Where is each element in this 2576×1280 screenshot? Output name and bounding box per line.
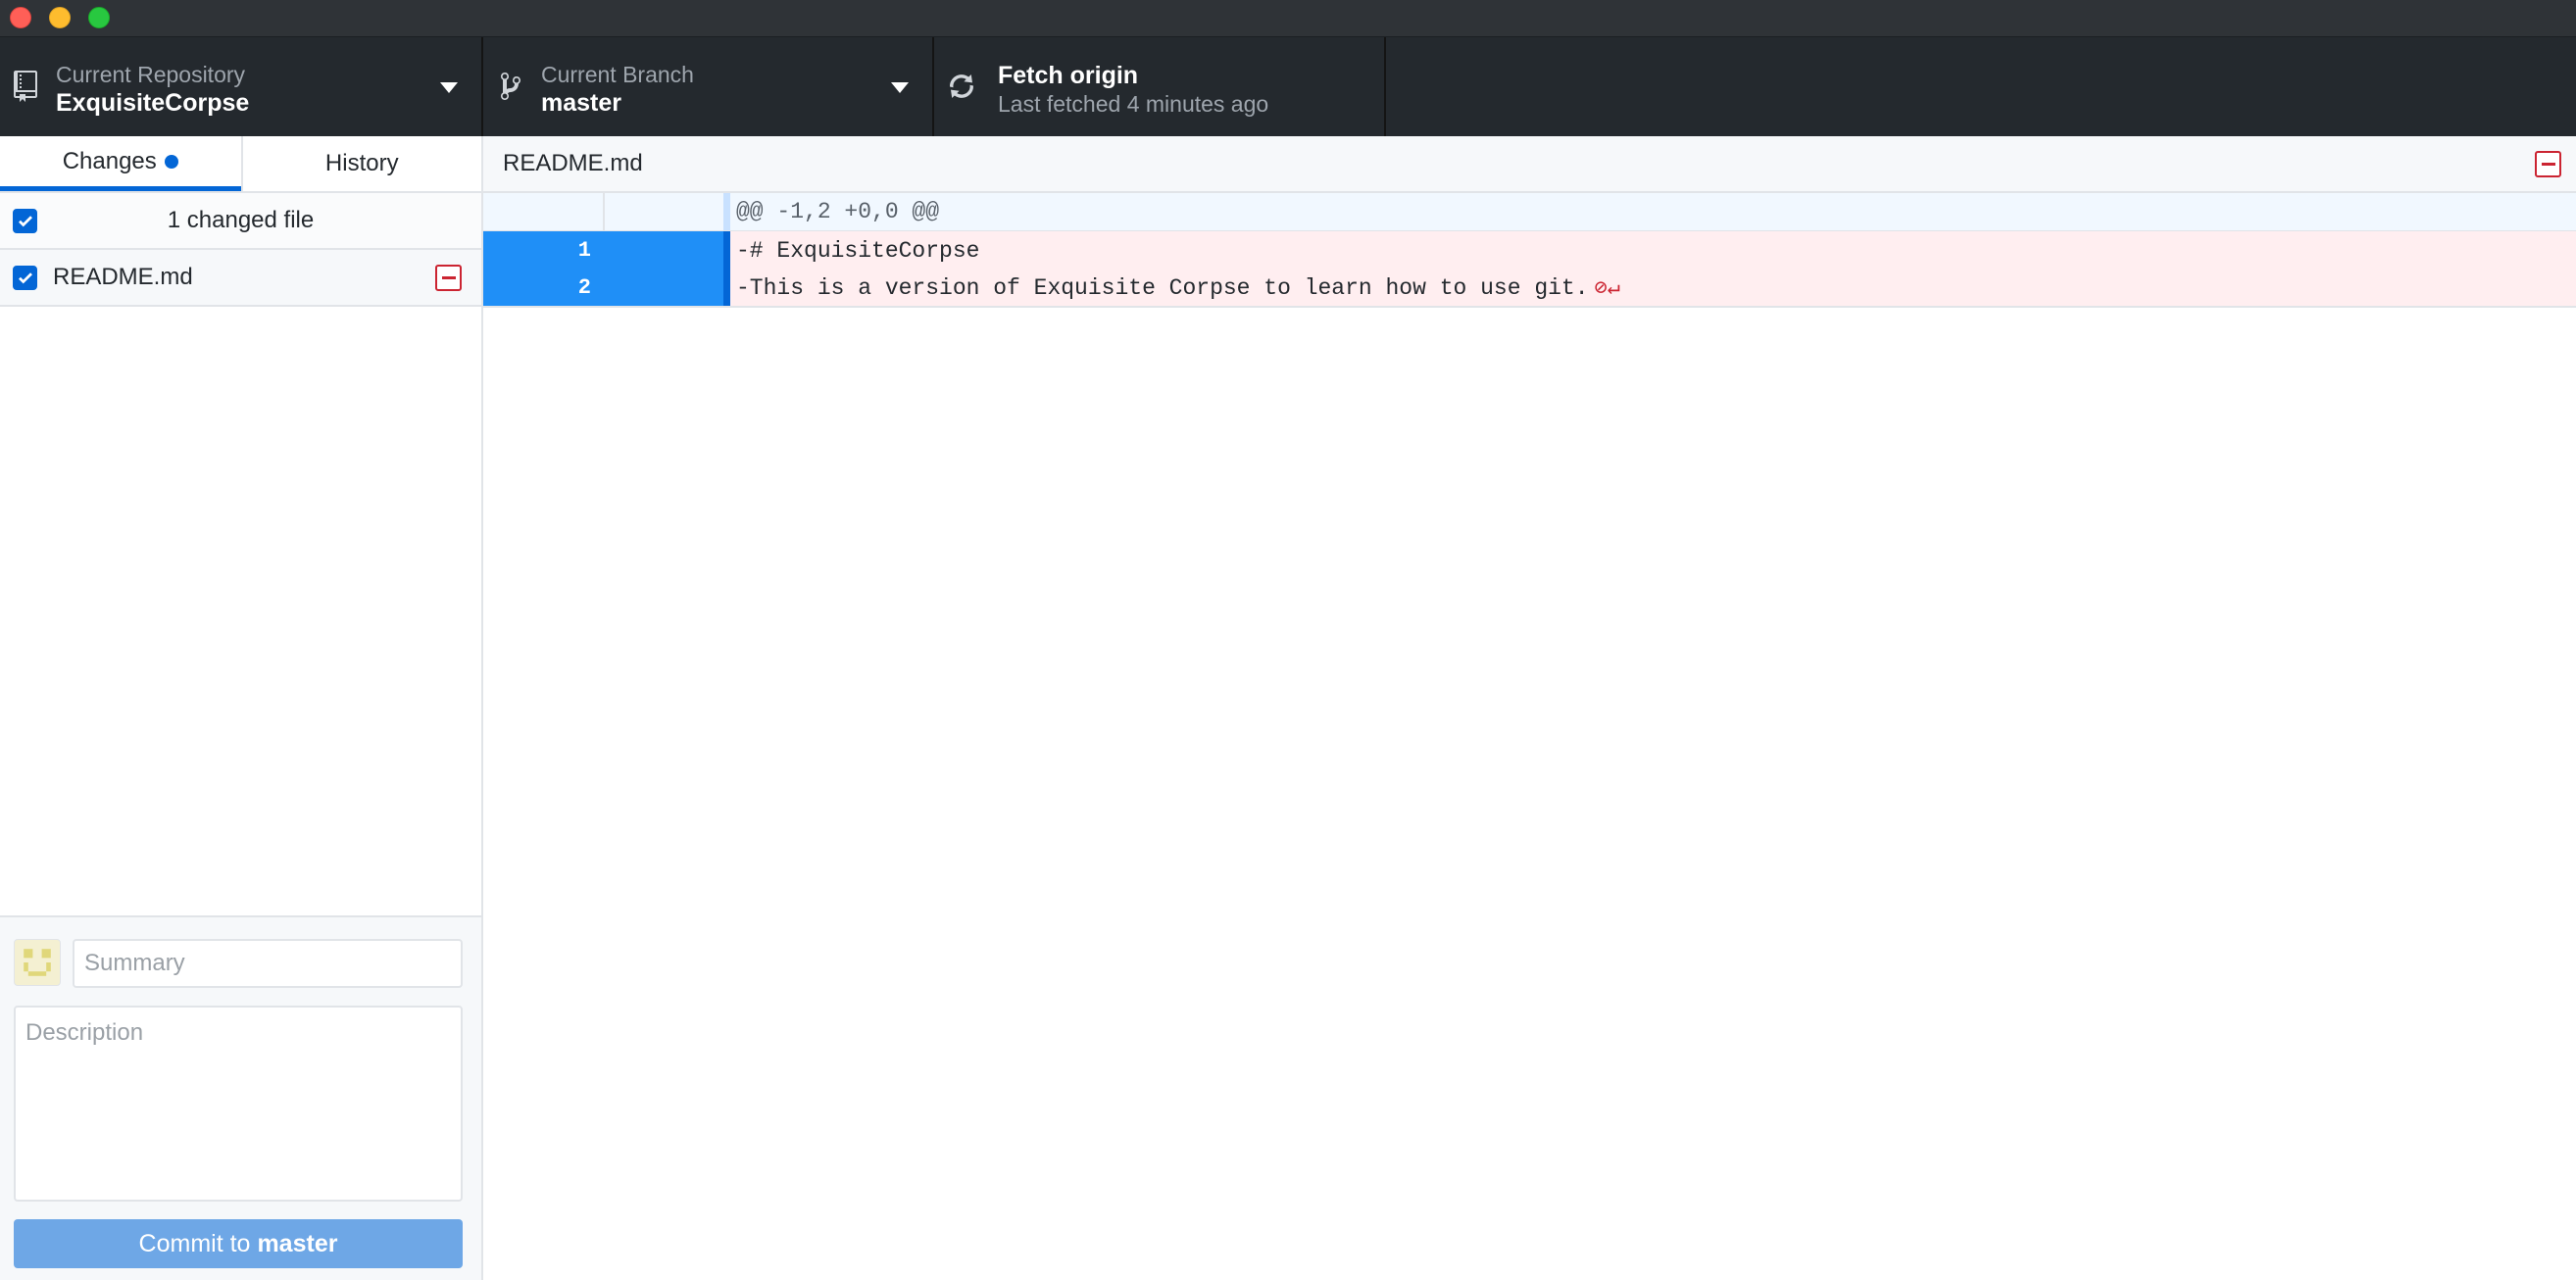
select-all-checkbox[interactable]	[13, 208, 37, 233]
file-deleted-icon	[2535, 151, 2561, 177]
file-deleted-icon	[435, 265, 462, 291]
repository-label: Current Repository	[56, 62, 246, 87]
branch-name: master	[541, 89, 621, 117]
tab-changes-label: Changes	[62, 147, 157, 174]
diff-view: README.md @@ -1,2 +0,0 @@ 1 -# Exquisite…	[483, 136, 2576, 1280]
commit-button-branch: master	[257, 1229, 338, 1257]
git-branch-icon	[501, 72, 520, 100]
last-fetched-text: Last fetched 4 minutes ago	[998, 91, 1269, 117]
old-line-number[interactable]: 1	[483, 231, 603, 270]
commit-button-prefix: Commit to	[138, 1229, 251, 1257]
window-minimize-button[interactable]	[49, 7, 71, 28]
current-repository-button[interactable]: Current Repository ExquisiteCorpse	[0, 37, 483, 136]
line-selected-marker	[723, 270, 730, 306]
diff-hunk-header[interactable]: @@ -1,2 +0,0 @@	[483, 193, 2576, 231]
tab-history-label: History	[324, 150, 399, 176]
new-line-gutter	[603, 193, 723, 230]
sync-icon	[950, 74, 973, 98]
old-line-gutter	[483, 193, 603, 230]
checkmark-icon	[18, 272, 32, 284]
current-branch-button[interactable]: Current Branch master	[483, 37, 934, 136]
no-newline-icon: ⊘↵	[1594, 275, 1621, 301]
identicon-icon	[24, 949, 51, 976]
diff-line-text: -This is a version of Exquisite Corpse t…	[736, 274, 1589, 301]
commit-description-input[interactable]	[14, 1006, 463, 1202]
diff-file-header: README.md	[483, 136, 2576, 193]
changes-list-header: 1 changed file	[0, 193, 481, 250]
diff-line-deleted[interactable]: 1 -# ExquisiteCorpse	[483, 231, 2576, 270]
old-line-number[interactable]: 2	[483, 270, 603, 306]
branch-label: Current Branch	[541, 62, 694, 87]
changes-sidebar: Changes History 1 changed file README.md	[0, 136, 483, 1280]
checkmark-icon	[18, 216, 32, 227]
commit-summary-input[interactable]	[73, 939, 463, 988]
commit-form: Commit to master	[0, 915, 481, 1280]
line-selected-marker	[723, 231, 730, 270]
chevron-down-icon	[891, 82, 909, 93]
hunk-header-text: @@ -1,2 +0,0 @@	[736, 199, 940, 224]
window-maximize-button[interactable]	[88, 7, 110, 28]
diff-line-deleted[interactable]: 2 -This is a version of Exquisite Corpse…	[483, 270, 2576, 308]
diff-line-content: -This is a version of Exquisite Corpse t…	[730, 270, 2576, 306]
window-titlebar	[0, 0, 2576, 37]
repository-name: ExquisiteCorpse	[56, 89, 250, 117]
commit-button[interactable]: Commit to master	[14, 1219, 463, 1268]
tab-changes[interactable]: Changes	[0, 136, 241, 191]
hunk-marker	[723, 193, 730, 230]
changes-indicator-dot	[164, 154, 178, 169]
diff-line-text: -# ExquisiteCorpse	[730, 231, 2576, 270]
changed-files-count: 1 changed file	[167, 207, 315, 233]
repo-icon	[14, 71, 37, 102]
new-line-number[interactable]	[603, 270, 723, 306]
changed-file-row[interactable]: README.md	[0, 250, 481, 307]
new-line-number[interactable]	[603, 231, 723, 270]
tab-history[interactable]: History	[240, 136, 481, 191]
fetch-title: Fetch origin	[998, 62, 1139, 89]
diff-file-path: README.md	[503, 150, 643, 176]
chevron-down-icon	[440, 82, 458, 93]
avatar	[14, 939, 61, 986]
file-include-checkbox[interactable]	[13, 265, 37, 290]
sidebar-tabs: Changes History	[0, 136, 481, 193]
window-close-button[interactable]	[10, 7, 31, 28]
fetch-origin-button[interactable]: Fetch origin Last fetched 4 minutes ago	[934, 37, 1386, 136]
changed-file-name: README.md	[53, 264, 193, 290]
app-toolbar: Current Repository ExquisiteCorpse Curre…	[0, 37, 2576, 136]
